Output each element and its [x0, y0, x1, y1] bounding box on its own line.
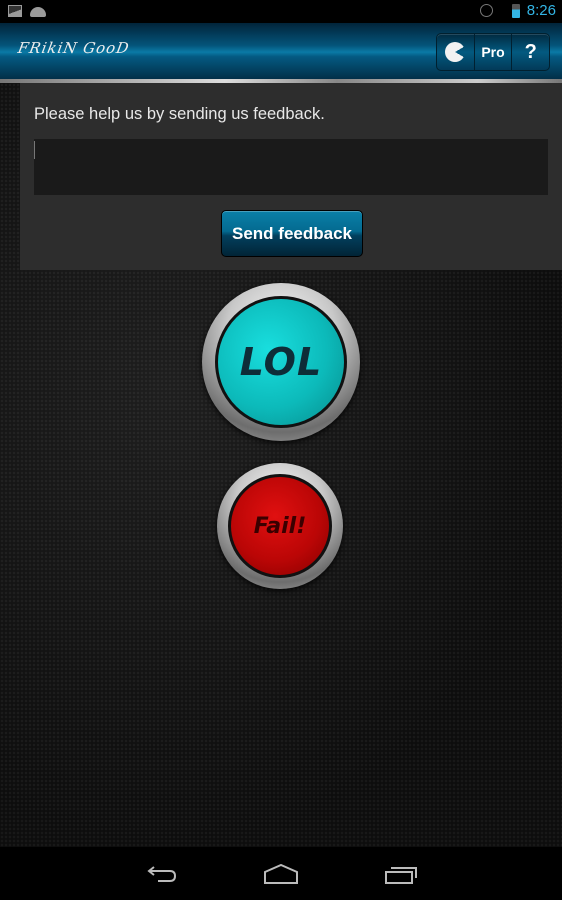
- android-icon: [30, 7, 46, 17]
- action-button-group: Pro ?: [436, 33, 550, 71]
- feedback-panel: Please help us by sending us feedback. S…: [20, 83, 562, 270]
- back-icon: [147, 866, 177, 882]
- fail-button[interactable]: Fail!: [217, 463, 343, 589]
- pacman-button[interactable]: [437, 34, 475, 70]
- lol-label: LOL: [239, 340, 323, 384]
- status-time: 8:26: [526, 2, 556, 19]
- fail-button-face: Fail!: [228, 474, 332, 578]
- app-logo: FRikiN GooD: [16, 39, 131, 57]
- text-cursor: [34, 141, 35, 159]
- battery-charging-icon: [512, 4, 520, 18]
- fail-label: Fail!: [253, 513, 307, 539]
- back-button[interactable]: [144, 861, 180, 887]
- navigation-bar: [0, 847, 562, 900]
- lol-button-face: LOL: [215, 296, 347, 428]
- alarm-icon: [480, 4, 493, 17]
- pacman-icon: [445, 42, 466, 62]
- feedback-input[interactable]: [34, 139, 548, 195]
- home-button[interactable]: [263, 861, 299, 887]
- help-button[interactable]: ?: [512, 34, 549, 70]
- send-feedback-button[interactable]: Send feedback: [221, 210, 363, 257]
- action-bar: FRikiN GooD Pro ?: [0, 23, 562, 79]
- home-icon: [264, 864, 298, 884]
- pro-button[interactable]: Pro: [475, 34, 513, 70]
- pro-label: Pro: [481, 44, 505, 60]
- help-icon: ?: [524, 40, 537, 63]
- gallery-icon: [8, 5, 22, 17]
- lol-button[interactable]: LOL: [202, 283, 360, 441]
- feedback-prompt: Please help us by sending us feedback.: [34, 105, 325, 123]
- recent-apps-button[interactable]: [383, 861, 419, 887]
- status-bar: 8:26: [0, 0, 562, 23]
- recent-apps-icon: [385, 867, 417, 884]
